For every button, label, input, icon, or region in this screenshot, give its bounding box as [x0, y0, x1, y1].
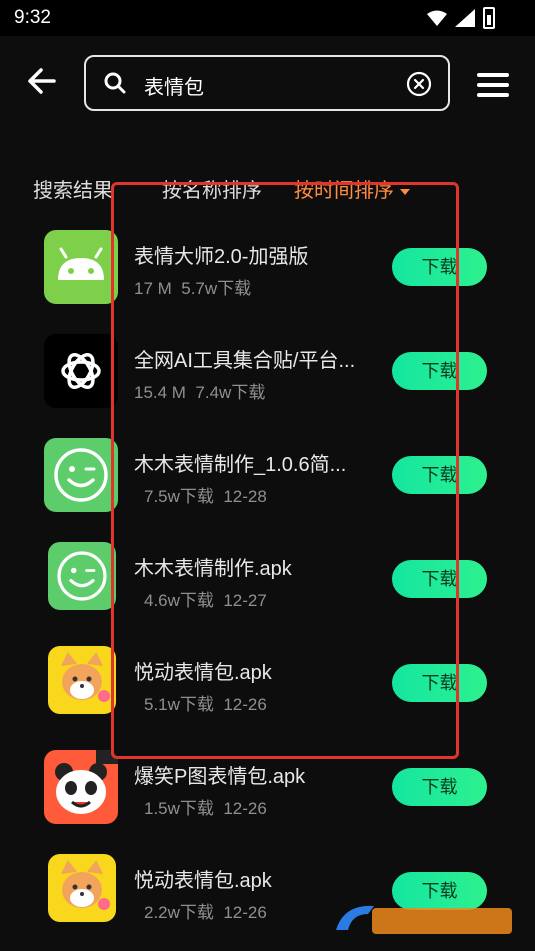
tab-sort-by-time-label: 按时间排序 — [294, 180, 394, 202]
shiba-dog-icon — [48, 854, 116, 922]
watermark-logo — [334, 900, 516, 942]
app-meta: 4.6w下载 12-27 — [144, 591, 267, 610]
tab-search-results[interactable]: 搜索结果 — [33, 174, 113, 203]
list-item[interactable]: 木木表情制作_1.0.6简... 7.5w下载 12-28 下载 — [0, 430, 535, 534]
app-name: 爆笑P图表情包.apk — [134, 766, 306, 788]
app-name: 全网AI工具集合贴/平台... — [134, 350, 356, 372]
list-item[interactable]: 表情大师2.0-加强版 17 M 5.7w下载 下载 — [0, 222, 535, 326]
app-meta: 2.2w下载 12-26 — [144, 903, 267, 922]
arrow-left-icon[interactable] — [26, 66, 56, 96]
search-header: 表情包 — [0, 36, 535, 132]
list-item[interactable]: 爆笑P图表情包.apk 1.5w下载 12-26 下载 — [0, 742, 535, 846]
hamburger-menu-icon[interactable] — [477, 73, 509, 97]
signal-icon — [455, 9, 475, 27]
search-input[interactable]: 表情包 — [84, 55, 450, 111]
download-button[interactable]: 下载 — [392, 352, 487, 390]
panda-gif-icon — [44, 750, 118, 824]
search-icon — [104, 72, 126, 94]
download-button[interactable]: 下载 — [392, 456, 487, 494]
clear-circle-icon[interactable] — [406, 71, 432, 97]
tab-sort-by-time[interactable]: 按时间排序 — [294, 174, 410, 203]
app-name: 悦动表情包.apk — [134, 662, 272, 684]
battery-icon — [483, 7, 495, 29]
android-icon — [44, 230, 118, 304]
app-name: 木木表情制作_1.0.6简... — [134, 454, 347, 476]
tab-sort-by-name[interactable]: 按名称排序 — [162, 174, 262, 203]
shiba-dog-icon — [48, 646, 116, 714]
download-button[interactable]: 下载 — [392, 248, 487, 286]
status-bar: 9:32 — [0, 0, 535, 36]
download-button[interactable]: 下载 — [392, 768, 487, 806]
list-item[interactable]: 木木表情制作.apk 4.6w下载 12-27 下载 — [0, 534, 535, 638]
app-meta: 17 M 5.7w下载 — [134, 279, 252, 298]
list-item[interactable]: 全网AI工具集合贴/平台... 15.4 M 7.4w下载 下载 — [0, 326, 535, 430]
status-time: 9:32 — [14, 7, 51, 28]
app-meta: 15.4 M 7.4w下载 — [134, 383, 266, 402]
download-button[interactable]: 下载 — [392, 664, 487, 702]
wink-face-icon — [48, 542, 116, 610]
app-meta: 1.5w下载 12-26 — [144, 799, 267, 818]
app-meta: 7.5w下载 12-28 — [144, 487, 267, 506]
list-item[interactable]: 悦动表情包.apk 5.1w下载 12-26 下载 — [0, 638, 535, 742]
status-icons — [427, 7, 495, 29]
wink-face-icon — [44, 438, 118, 512]
app-name: 悦动表情包.apk — [134, 870, 272, 892]
app-meta: 5.1w下载 12-26 — [144, 695, 267, 714]
wifi-icon — [427, 10, 447, 26]
chevron-down-icon — [400, 188, 410, 195]
search-query[interactable]: 表情包 — [144, 71, 204, 100]
sort-tabs: 搜索结果 按名称排序 按时间排序 — [0, 170, 535, 206]
download-button[interactable]: 下载 — [392, 560, 487, 598]
app-name: 表情大师2.0-加强版 — [134, 246, 309, 268]
app-name: 木木表情制作.apk — [134, 558, 292, 580]
openai-icon — [44, 334, 118, 408]
